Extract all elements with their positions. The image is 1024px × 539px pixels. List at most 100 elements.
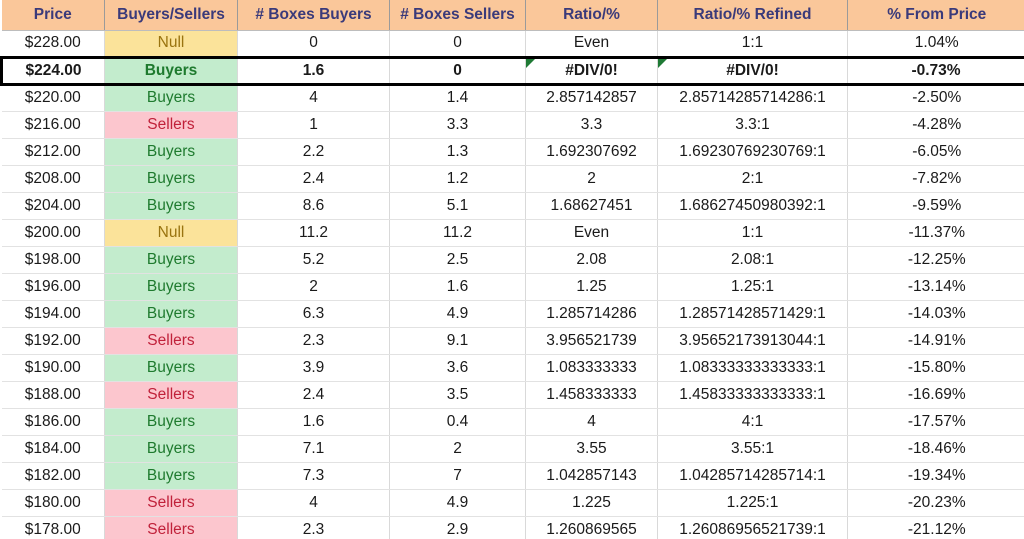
table-row[interactable]: $212.00 Buyers 2.2 1.3 1.692307692 1.69230769… (1, 138, 1024, 166)
table-row[interactable]: $184.00 Buyers 7.1 2 3.55 3.55:1 -18.46% (1, 435, 1024, 463)
cell-ratio[interactable]: Even (525, 30, 658, 58)
cell-boxes-sellers[interactable]: 1.4 (389, 84, 526, 112)
cell-price[interactable]: $224.00 (0, 55, 105, 86)
cell-price[interactable]: $196.00 (1, 273, 105, 301)
cell-buyers-sellers[interactable]: Buyers (104, 138, 238, 166)
cell-buyers-sellers[interactable]: Buyers (104, 273, 238, 301)
cell-boxes-sellers[interactable]: 1.2 (389, 165, 526, 193)
cell-price[interactable]: $228.00 (1, 30, 105, 58)
cell-boxes-buyers[interactable]: 0 (237, 30, 390, 58)
cell-ratio-refined[interactable]: 3.55:1 (657, 435, 848, 463)
table-row[interactable]: $186.00 Buyers 1.6 0.4 4 4:1 -17.57% (1, 408, 1024, 436)
table-row[interactable]: $216.00 Sellers 1 3.3 3.3 3.3:1 -4.28% (1, 111, 1024, 139)
cell-boxes-sellers[interactable]: 7 (389, 462, 526, 490)
cell-buyers-sellers[interactable]: Buyers (104, 462, 238, 490)
cell-pct-from-price[interactable]: 1.04% (847, 30, 1024, 58)
table-row[interactable]: $224.00 Buyers 1.6 0 #DIV/0! #DIV/0! -0.73% (0, 55, 1024, 86)
cell-boxes-sellers[interactable]: 0 (389, 30, 526, 58)
cell-ratio[interactable]: 2 (525, 165, 658, 193)
cell-boxes-sellers[interactable]: 11.2 (389, 219, 526, 247)
cell-buyers-sellers[interactable]: Buyers (104, 165, 238, 193)
table-row[interactable]: $228.00 Null 0 0 Even 1:1 1.04% (1, 30, 1024, 58)
table-row[interactable]: $208.00 Buyers 2.4 1.2 2 2:1 -7.82% (1, 165, 1024, 193)
column-header-price[interactable]: Price (1, 0, 105, 31)
cell-ratio-refined[interactable]: 1.08333333333333:1 (657, 354, 848, 382)
cell-ratio-refined[interactable]: 1.25:1 (657, 273, 848, 301)
cell-ratio[interactable]: 4 (525, 408, 658, 436)
cell-ratio[interactable]: 1.68627451 (525, 192, 658, 220)
cell-ratio[interactable]: 3.3 (525, 111, 658, 139)
cell-pct-from-price[interactable]: -16.69% (847, 381, 1024, 409)
cell-pct-from-price[interactable]: -4.28% (847, 111, 1024, 139)
cell-buyers-sellers[interactable]: Buyers (104, 84, 238, 112)
cell-ratio[interactable]: 1.225 (525, 489, 658, 517)
cell-price[interactable]: $194.00 (1, 300, 105, 328)
column-header-boxes-buyers[interactable]: # Boxes Buyers (237, 0, 390, 31)
table-row[interactable]: $182.00 Buyers 7.3 7 1.042857143 1.0428571428… (1, 462, 1024, 490)
cell-ratio[interactable]: Even (525, 219, 658, 247)
cell-boxes-buyers[interactable]: 2 (237, 273, 390, 301)
cell-price[interactable]: $180.00 (1, 489, 105, 517)
cell-buyers-sellers[interactable]: Buyers (104, 300, 238, 328)
cell-ratio[interactable]: 2.857142857 (525, 84, 658, 112)
cell-ratio-refined[interactable]: 4:1 (657, 408, 848, 436)
cell-buyers-sellers[interactable]: Buyers (104, 408, 238, 436)
cell-ratio[interactable]: 1.25 (525, 273, 658, 301)
cell-ratio-refined[interactable]: 1.28571428571429:1 (657, 300, 848, 328)
cell-boxes-sellers[interactable]: 4.9 (389, 489, 526, 517)
cell-ratio-refined[interactable]: 1:1 (657, 219, 848, 247)
cell-buyers-sellers[interactable]: Null (104, 30, 238, 58)
cell-buyers-sellers[interactable]: Buyers (104, 55, 238, 86)
cell-boxes-buyers[interactable]: 11.2 (237, 219, 390, 247)
cell-pct-from-price[interactable]: -18.46% (847, 435, 1024, 463)
cell-ratio-refined[interactable]: 3.3:1 (657, 111, 848, 139)
cell-price[interactable]: $188.00 (1, 381, 105, 409)
table-row[interactable]: $200.00 Null 11.2 11.2 Even 1:1 -11.37% (1, 219, 1024, 247)
cell-ratio-refined[interactable]: 2.08:1 (657, 246, 848, 274)
cell-pct-from-price[interactable]: -0.73% (847, 55, 1024, 86)
cell-pct-from-price[interactable]: -21.12% (847, 516, 1024, 539)
table-row[interactable]: $190.00 Buyers 3.9 3.6 1.083333333 1.08333333… (1, 354, 1024, 382)
cell-boxes-sellers[interactable]: 0.4 (389, 408, 526, 436)
cell-boxes-sellers[interactable]: 3.3 (389, 111, 526, 139)
cell-buyers-sellers[interactable]: Buyers (104, 192, 238, 220)
table-row[interactable]: $194.00 Buyers 6.3 4.9 1.285714286 1.28571428… (1, 300, 1024, 328)
cell-ratio[interactable]: 1.042857143 (525, 462, 658, 490)
cell-boxes-sellers[interactable]: 3.6 (389, 354, 526, 382)
cell-boxes-sellers[interactable]: 5.1 (389, 192, 526, 220)
cell-buyers-sellers[interactable]: Sellers (104, 489, 238, 517)
cell-pct-from-price[interactable]: -12.25% (847, 246, 1024, 274)
cell-boxes-buyers[interactable]: 7.3 (237, 462, 390, 490)
cell-boxes-buyers[interactable]: 4 (237, 489, 390, 517)
cell-boxes-sellers[interactable]: 1.6 (389, 273, 526, 301)
cell-ratio[interactable]: 1.083333333 (525, 354, 658, 382)
cell-ratio[interactable]: 1.692307692 (525, 138, 658, 166)
column-header-ratio-refined[interactable]: Ratio/% Refined (657, 0, 848, 31)
cell-ratio[interactable]: 1.285714286 (525, 300, 658, 328)
cell-boxes-buyers[interactable]: 2.4 (237, 165, 390, 193)
cell-buyers-sellers[interactable]: Sellers (104, 516, 238, 539)
column-header-buyers-sellers[interactable]: Buyers/Sellers (104, 0, 238, 31)
cell-price[interactable]: $204.00 (1, 192, 105, 220)
cell-pct-from-price[interactable]: -9.59% (847, 192, 1024, 220)
cell-boxes-buyers[interactable]: 7.1 (237, 435, 390, 463)
cell-buyers-sellers[interactable]: Buyers (104, 435, 238, 463)
cell-boxes-buyers[interactable]: 2.4 (237, 381, 390, 409)
cell-boxes-sellers[interactable]: 2.5 (389, 246, 526, 274)
cell-pct-from-price[interactable]: -14.03% (847, 300, 1024, 328)
cell-pct-from-price[interactable]: -6.05% (847, 138, 1024, 166)
cell-pct-from-price[interactable]: -13.14% (847, 273, 1024, 301)
cell-ratio-refined[interactable]: 1.69230769230769:1 (657, 138, 848, 166)
cell-ratio-refined[interactable]: 1.225:1 (657, 489, 848, 517)
cell-price[interactable]: $220.00 (1, 84, 105, 112)
cell-boxes-buyers[interactable]: 1 (237, 111, 390, 139)
cell-pct-from-price[interactable]: -17.57% (847, 408, 1024, 436)
column-header-pct-from-price[interactable]: % From Price (847, 0, 1024, 31)
cell-price[interactable]: $198.00 (1, 246, 105, 274)
cell-boxes-buyers[interactable]: 2.2 (237, 138, 390, 166)
cell-pct-from-price[interactable]: -11.37% (847, 219, 1024, 247)
cell-boxes-buyers[interactable]: 6.3 (237, 300, 390, 328)
cell-boxes-sellers[interactable]: 0 (389, 55, 526, 86)
cell-boxes-sellers[interactable]: 2.9 (389, 516, 526, 539)
cell-boxes-sellers[interactable]: 9.1 (389, 327, 526, 355)
